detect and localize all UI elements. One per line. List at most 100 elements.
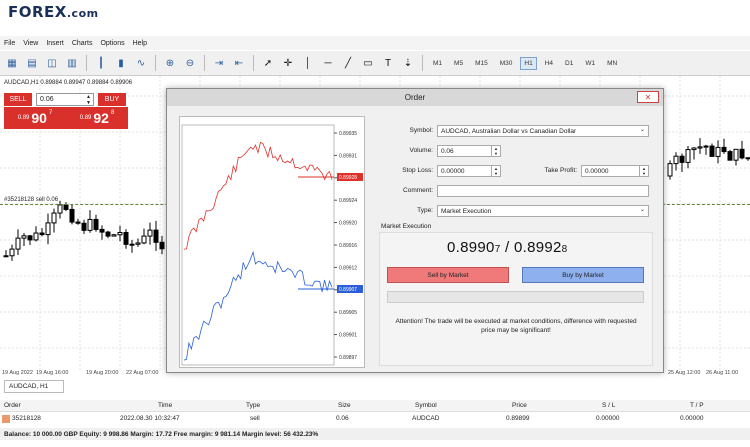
close-icon[interactable]: ✕ [637,91,659,103]
toolbar-divider [253,55,254,71]
timeframe-h1[interactable]: H1 [520,56,537,70]
comment-input[interactable] [437,185,649,197]
col-size[interactable]: Size [338,402,351,409]
order-line-label: #35218128 sell 0.06 [4,197,59,203]
chart-shift-icon[interactable]: ⇤ [231,55,247,71]
price-separator: / [500,239,514,256]
candle-body [685,149,691,163]
candle-body [9,248,15,257]
forex-logo: FOREX.com [8,3,99,21]
text-icon[interactable]: ▭ [360,55,376,71]
take-profit-stepper[interactable]: ▲ ▼ [639,166,648,176]
profiles-icon[interactable]: ▤ [24,55,40,71]
zoom-out-icon[interactable]: ⊖ [182,55,198,71]
lot-size-input[interactable]: 0.06 ▲ ▼ [36,93,94,106]
timeframe-mn[interactable]: MN [603,57,621,70]
vertical-line-icon[interactable]: │ [300,55,316,71]
execution-progress-bar [387,291,644,303]
date-label: 25 Aug 12:00 [668,370,701,376]
candle-body [57,204,63,214]
menu-view[interactable]: View [23,40,38,47]
timeframe-m5[interactable]: M5 [450,57,467,70]
candle-body [87,218,93,231]
candle-body [75,221,81,224]
timeframe-h4[interactable]: H4 [541,57,557,70]
timeframe-m30[interactable]: M30 [496,57,517,70]
candle-body [39,232,45,236]
one-click-buy-price[interactable]: 0.89 92 8 [66,107,128,129]
menu-options[interactable]: Options [100,40,124,47]
take-profit-label: Take Profit: [544,167,577,174]
volume-input[interactable]: 0.06 ▲ ▼ [437,145,501,157]
menu-help[interactable]: Help [133,40,147,47]
row-sl: 0.00000 [596,415,620,422]
bid-line [183,250,333,361]
crosshair-icon[interactable]: ✛ [280,55,296,71]
menu-insert[interactable]: Insert [46,40,64,47]
buy-by-market-button[interactable]: Buy by Market [522,267,644,283]
col-sl[interactable]: S / L [602,402,615,409]
dialog-title[interactable]: Order [167,89,663,106]
ask-line [183,141,333,250]
cursor-icon[interactable]: ➚ [260,55,276,71]
timeframe-d1[interactable]: D1 [561,57,577,70]
timeframe-m1[interactable]: M1 [429,57,446,70]
timeframe-m15[interactable]: M15 [471,57,492,70]
horizontal-line-icon[interactable]: ─ [320,55,336,71]
market-execution-label: Market Execution [381,223,432,230]
candlestick-icon[interactable]: ▮ [113,55,129,71]
symbol-label: Symbol: [409,127,433,134]
col-symbol[interactable]: Symbol [415,402,437,409]
stop-loss-stepper[interactable]: ▲ ▼ [491,166,500,176]
col-type[interactable]: Type [246,402,260,409]
data-window-icon[interactable]: ▥ [64,55,80,71]
date-label: 19 Aug 16:00 [36,370,69,376]
candle-body [667,163,673,177]
volume-stepper[interactable]: ▲ ▼ [491,146,500,156]
stop-loss-input[interactable]: 0.00000 ▲ ▼ [437,165,501,177]
col-time[interactable]: Time [158,402,172,409]
row-order: 35218128 [12,415,41,422]
axis-tick-label: 0.89912 [339,265,357,271]
bar-chart-icon[interactable]: ┃ [93,55,109,71]
col-order[interactable]: Order [4,402,21,409]
row-tp: 0.00000 [680,415,704,422]
date-label: 19 Aug 2022 [2,370,33,376]
chart-tab-audcad[interactable]: AUDCAD, H1 [4,380,64,393]
new-chart-icon[interactable]: ▦ [4,55,20,71]
bid-price-tag: 0.89907 [339,287,357,293]
auto-scroll-icon[interactable]: ⇥ [211,55,227,71]
candle-body [3,255,9,258]
candle-body [21,235,27,239]
balance-summary: Balance: 10 000.00 GBP Equity: 9 998.86 … [0,428,750,440]
candle-body [69,208,75,223]
col-tp[interactable]: T / P [690,402,704,409]
table-row[interactable]: 35218128 2022.08.30 10:32:47 sell 0.06 A… [0,413,750,425]
line-chart-icon[interactable]: ∿ [133,55,149,71]
bid-ask-display: 0.89907 / 0.89928 [447,239,568,256]
one-click-buy-button[interactable]: BUY [98,93,126,106]
menu-file[interactable]: File [4,40,15,47]
menu-charts[interactable]: Charts [72,40,93,47]
zoom-in-icon[interactable]: ⊕ [162,55,178,71]
row-size: 0.06 [336,415,349,422]
bid-price: 0.8990 [447,239,495,256]
trendline-icon[interactable]: ╱ [340,55,356,71]
take-profit-input[interactable]: 0.00000 ▲ ▼ [581,165,649,177]
sell-by-market-button[interactable]: Sell by Market [387,267,509,283]
symbol-select[interactable]: AUDCAD, Australian Dollar vs Canadian Do… [437,125,649,137]
menu-bar: File View Insert Charts Options Help [0,36,750,50]
candle-body [33,232,39,241]
arrow-icon[interactable]: ⇣ [400,55,416,71]
brand-header: FOREX.com [0,0,750,34]
axis-tick-label: 0.89916 [339,243,357,249]
one-click-sell-price[interactable]: 0.89 90 7 [4,107,66,129]
order-icon [2,415,10,423]
candle-body [63,204,69,210]
col-price[interactable]: Price [512,402,527,409]
order-type-select[interactable]: Market Execution ⌄ [437,205,649,217]
text-label-icon[interactable]: T [380,55,396,71]
market-watch-icon[interactable]: ◫ [44,55,60,71]
timeframe-w1[interactable]: W1 [581,57,599,70]
one-click-sell-button[interactable]: SELL [4,93,32,106]
